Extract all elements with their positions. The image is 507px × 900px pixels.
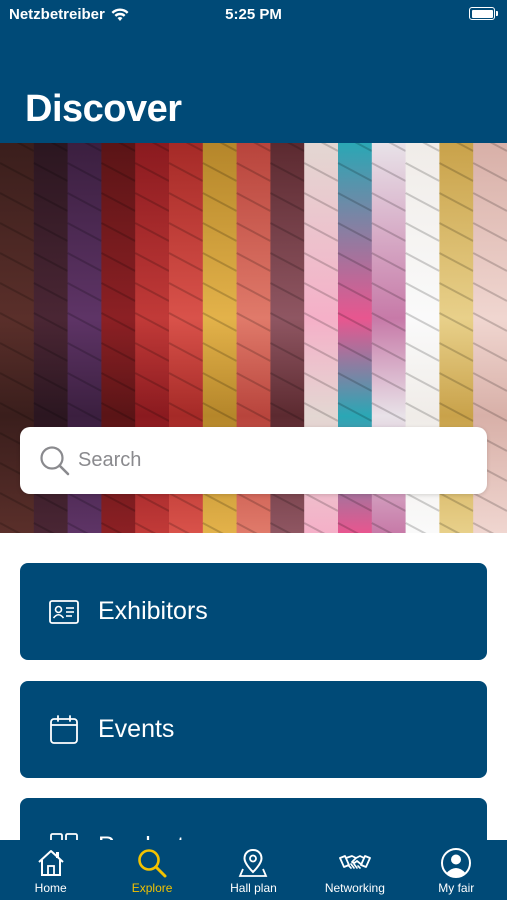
home-icon — [38, 850, 64, 876]
tab-networking-label: Networking — [324, 881, 385, 895]
tab-hall-plan[interactable]: Hall plan — [203, 840, 304, 900]
events-label: Events — [98, 715, 175, 743]
handshake-icon — [338, 855, 371, 869]
tab-explore-label: Explore — [131, 881, 173, 895]
map-pin-icon — [239, 848, 268, 877]
search-input[interactable]: Search — [20, 427, 487, 494]
id-card-icon — [49, 599, 79, 624]
tab-hall-plan-label: Hall plan — [230, 881, 277, 895]
user-icon — [441, 848, 472, 878]
exhibitors-label: Exhibitors — [98, 597, 208, 625]
tab-networking[interactable]: Networking — [304, 840, 405, 900]
calendar-icon — [50, 714, 78, 744]
tab-home-label: Home — [34, 881, 67, 895]
tab-bar: Home Explore Hall plan Networking My fai… — [0, 840, 507, 900]
tab-my-fair-label: My fair — [438, 881, 475, 895]
header: Netzbetreiber 5:25 PM Discover — [0, 0, 507, 143]
tab-home[interactable]: Home — [0, 840, 101, 900]
tab-explore[interactable]: Explore — [102, 840, 203, 900]
battery-icon — [469, 7, 498, 20]
status-bar: Netzbetreiber 5:25 PM — [0, 0, 507, 28]
events-button[interactable]: Events — [20, 681, 487, 778]
exhibitors-button[interactable]: Exhibitors — [20, 563, 487, 660]
status-time: 5:25 PM — [225, 6, 282, 23]
search-icon — [40, 445, 70, 475]
search-icon — [138, 849, 167, 878]
search-placeholder: Search — [78, 449, 142, 471]
page-title: Discover — [25, 88, 182, 130]
tab-my-fair[interactable]: My fair — [406, 840, 507, 900]
